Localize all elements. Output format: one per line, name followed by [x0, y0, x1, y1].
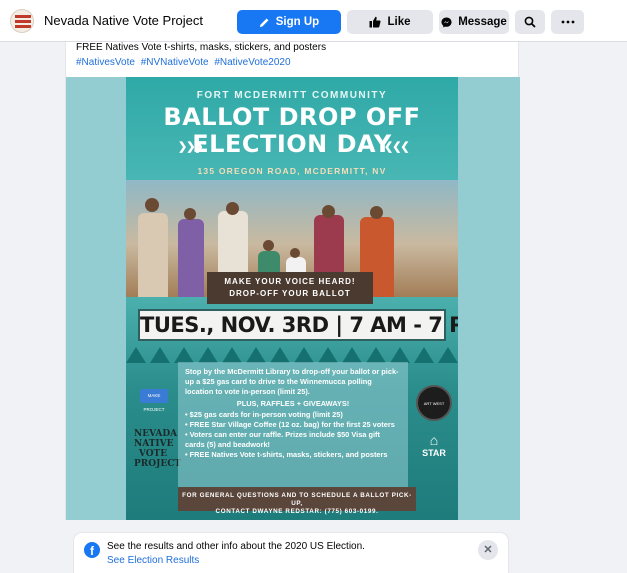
more-icon — [561, 20, 575, 24]
poster-info: Stop by the McDermitt Library to drop-of… — [178, 362, 408, 487]
search-icon — [524, 16, 536, 28]
poster-title-line1: BALLOT DROP OFF — [163, 103, 421, 131]
search-button[interactable] — [515, 10, 545, 34]
thumbs-up-icon — [369, 16, 382, 28]
close-icon[interactable]: ✕ — [478, 540, 498, 560]
page-logo[interactable] — [10, 9, 34, 33]
info-raffles: PLUS, RAFFLES + GIVEAWAYS! — [236, 399, 350, 408]
post-hashtags: #NativesVote #NVNativeVote #NativeVote20… — [76, 57, 294, 68]
pencil-icon — [259, 17, 270, 28]
triangle-pattern — [126, 347, 458, 363]
info-bullet: FREE Star Village Coffee (12 oz. bag) fo… — [185, 420, 401, 430]
info-list: $25 gas cards for in-person voting (limi… — [185, 410, 401, 460]
info-bullet: Voters can enter our raffle. Prizes incl… — [185, 430, 401, 450]
star-village-logo: ⌂ STAR — [422, 432, 446, 458]
coffee-logo: ART WEST — [416, 385, 452, 421]
facebook-icon: f — [84, 542, 100, 558]
sign-up-button[interactable]: Sign Up — [237, 10, 341, 34]
page-title[interactable]: Nevada Native Vote Project — [44, 13, 203, 28]
post-text: FREE Natives Vote t-shirts, masks, stick… — [76, 42, 327, 53]
info-bullet: $25 gas cards for in-person voting (limi… — [185, 410, 401, 420]
hashtag-link[interactable]: #NativesVote — [76, 57, 135, 68]
sign-up-label: Sign Up — [275, 16, 320, 28]
poster-date: TUES., NOV. 3RD | 7 AM - 7 PM — [138, 309, 458, 341]
chevrons-right-icon: ❮❮❮ — [384, 141, 410, 153]
hashtag-link[interactable]: #NVNativeVote — [141, 57, 209, 68]
poster-address: 135 OREGON ROAD, MCDERMITT, NV — [197, 166, 387, 176]
more-options-button[interactable] — [551, 10, 584, 34]
hashtag-link[interactable]: #NativeVote2020 — [214, 57, 290, 68]
post-card: FREE Natives Vote t-shirts, masks, stick… — [65, 42, 520, 520]
like-label: Like — [387, 16, 411, 28]
election-info-text: See the results and other info about the… — [107, 541, 365, 552]
make-badge: MAKE PROJECT — [140, 389, 168, 412]
ballot-poster: FORT MCDERMITT COMMUNITY BALLOT DROP OFF… — [126, 77, 458, 520]
message-label: Message — [458, 16, 507, 28]
election-results-link[interactable]: See Election Results — [107, 555, 199, 566]
page-header: Nevada Native Vote Project Sign Up Like … — [0, 0, 627, 42]
nnvp-logo: NEVADA NATIVE VOTE PROJECT — [134, 429, 182, 469]
contact-banner: FOR GENERAL QUESTIONS AND TO SCHEDULE A … — [178, 487, 416, 515]
message-button[interactable]: Message — [439, 10, 509, 34]
like-button[interactable]: Like — [347, 10, 433, 34]
info-bullet: FREE Natives Vote t-shirts, masks, stick… — [185, 450, 401, 460]
info-intro: Stop by the McDermitt Library to drop-of… — [185, 367, 399, 396]
post-image[interactable]: FORT MCDERMITT COMMUNITY BALLOT DROP OFF… — [66, 77, 520, 520]
voice-banner: MAKE YOUR VOICE HEARD! DROP-OFF YOUR BAL… — [207, 272, 373, 304]
poster-community: FORT MCDERMITT COMMUNITY — [196, 90, 388, 101]
election-info-card: f See the results and other info about t… — [74, 533, 508, 573]
messenger-icon — [441, 16, 452, 28]
